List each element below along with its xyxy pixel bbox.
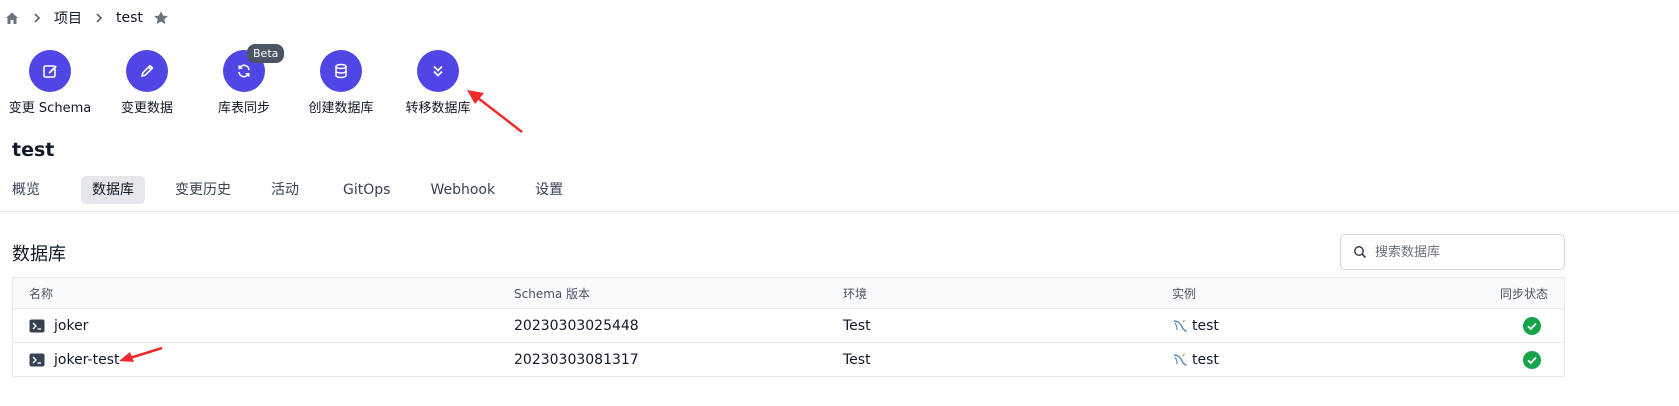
home-icon[interactable] — [4, 10, 20, 26]
quick-action-label: 变更数据 — [120, 101, 173, 116]
project-title: test — [12, 139, 55, 161]
table-header: 名称 Schema 版本 环境 实例 同步状态 — [13, 278, 1564, 309]
chevron-right-icon — [92, 11, 106, 25]
beta-badge: Beta — [247, 44, 285, 63]
column-header-sync-status[interactable]: 同步状态 — [1500, 278, 1548, 308]
tab-activity[interactable]: 活动 — [260, 176, 310, 204]
double-chevron-down-icon[interactable] — [417, 50, 459, 92]
check-circle-icon — [1522, 316, 1542, 336]
quick-action-transfer-database[interactable]: 转移数据库 — [388, 50, 488, 116]
database-table: 名称 Schema 版本 环境 实例 同步状态 joker 2023030302… — [12, 277, 1565, 377]
search-input[interactable] — [1375, 244, 1555, 260]
terminal-icon[interactable] — [29, 353, 45, 367]
column-header-schema-version[interactable]: Schema 版本 — [514, 278, 590, 308]
breadcrumb: 项目 test — [4, 8, 169, 28]
star-icon[interactable] — [153, 10, 169, 26]
schema-version: 20230303025448 — [514, 317, 639, 334]
check-circle-icon — [1522, 350, 1542, 370]
chevron-right-icon — [30, 11, 44, 25]
quick-action-label: 转移数据库 — [405, 101, 471, 116]
breadcrumb-item-projects[interactable]: 项目 — [54, 8, 82, 28]
quick-action-label: 库表同步 — [217, 101, 270, 116]
column-header-instance[interactable]: 实例 — [1172, 278, 1196, 308]
quick-action-label: 变更 Schema — [8, 101, 92, 116]
table-row[interactable]: joker 20230303025448 Test test — [13, 309, 1564, 343]
tab-databases[interactable]: 数据库 — [81, 176, 145, 204]
tabs-divider — [0, 211, 1679, 212]
terminal-icon[interactable] — [29, 319, 45, 333]
breadcrumb-item-current: test — [116, 10, 143, 26]
section-title: 数据库 — [12, 244, 66, 265]
mysql-icon — [1172, 318, 1188, 334]
database-icon[interactable] — [320, 50, 362, 92]
quick-action-change-data[interactable]: 变更数据 — [97, 50, 197, 116]
instance-name[interactable]: test — [1192, 352, 1219, 368]
quick-action-create-database[interactable]: 创建数据库 — [291, 50, 391, 116]
search-icon — [1353, 245, 1367, 259]
environment: Test — [843, 351, 871, 368]
database-name[interactable]: joker — [54, 318, 88, 334]
pencil-icon[interactable] — [126, 50, 168, 92]
name-cell: joker — [29, 309, 88, 342]
table-row[interactable]: joker-test 20230303081317 Test test — [13, 343, 1564, 377]
column-header-name[interactable]: 名称 — [29, 278, 53, 308]
tab-change-history[interactable]: 变更历史 — [164, 176, 242, 204]
tab-webhook[interactable]: Webhook — [419, 176, 506, 204]
tab-gitops[interactable]: GitOps — [332, 176, 401, 204]
tab-overview[interactable]: 概览 — [1, 176, 51, 204]
sync-status — [1522, 343, 1548, 376]
column-header-environment[interactable]: 环境 — [843, 278, 867, 308]
mysql-icon — [1172, 352, 1188, 368]
name-cell: joker-test — [29, 343, 119, 376]
environment: Test — [843, 317, 871, 334]
database-name[interactable]: joker-test — [54, 352, 119, 368]
quick-action-alter-schema[interactable]: 变更 Schema — [0, 50, 100, 116]
edit-square-icon[interactable] — [29, 50, 71, 92]
quick-action-label: 创建数据库 — [308, 101, 374, 116]
sync-status — [1522, 309, 1548, 342]
project-tabs: 概览 数据库 变更历史 活动 GitOps Webhook 设置 — [0, 176, 578, 204]
search-box[interactable] — [1340, 234, 1565, 270]
schema-version: 20230303081317 — [514, 351, 639, 368]
instance-cell: test — [1172, 343, 1219, 376]
instance-name[interactable]: test — [1192, 318, 1219, 334]
tab-settings[interactable]: 设置 — [524, 176, 574, 204]
instance-cell: test — [1172, 309, 1219, 342]
